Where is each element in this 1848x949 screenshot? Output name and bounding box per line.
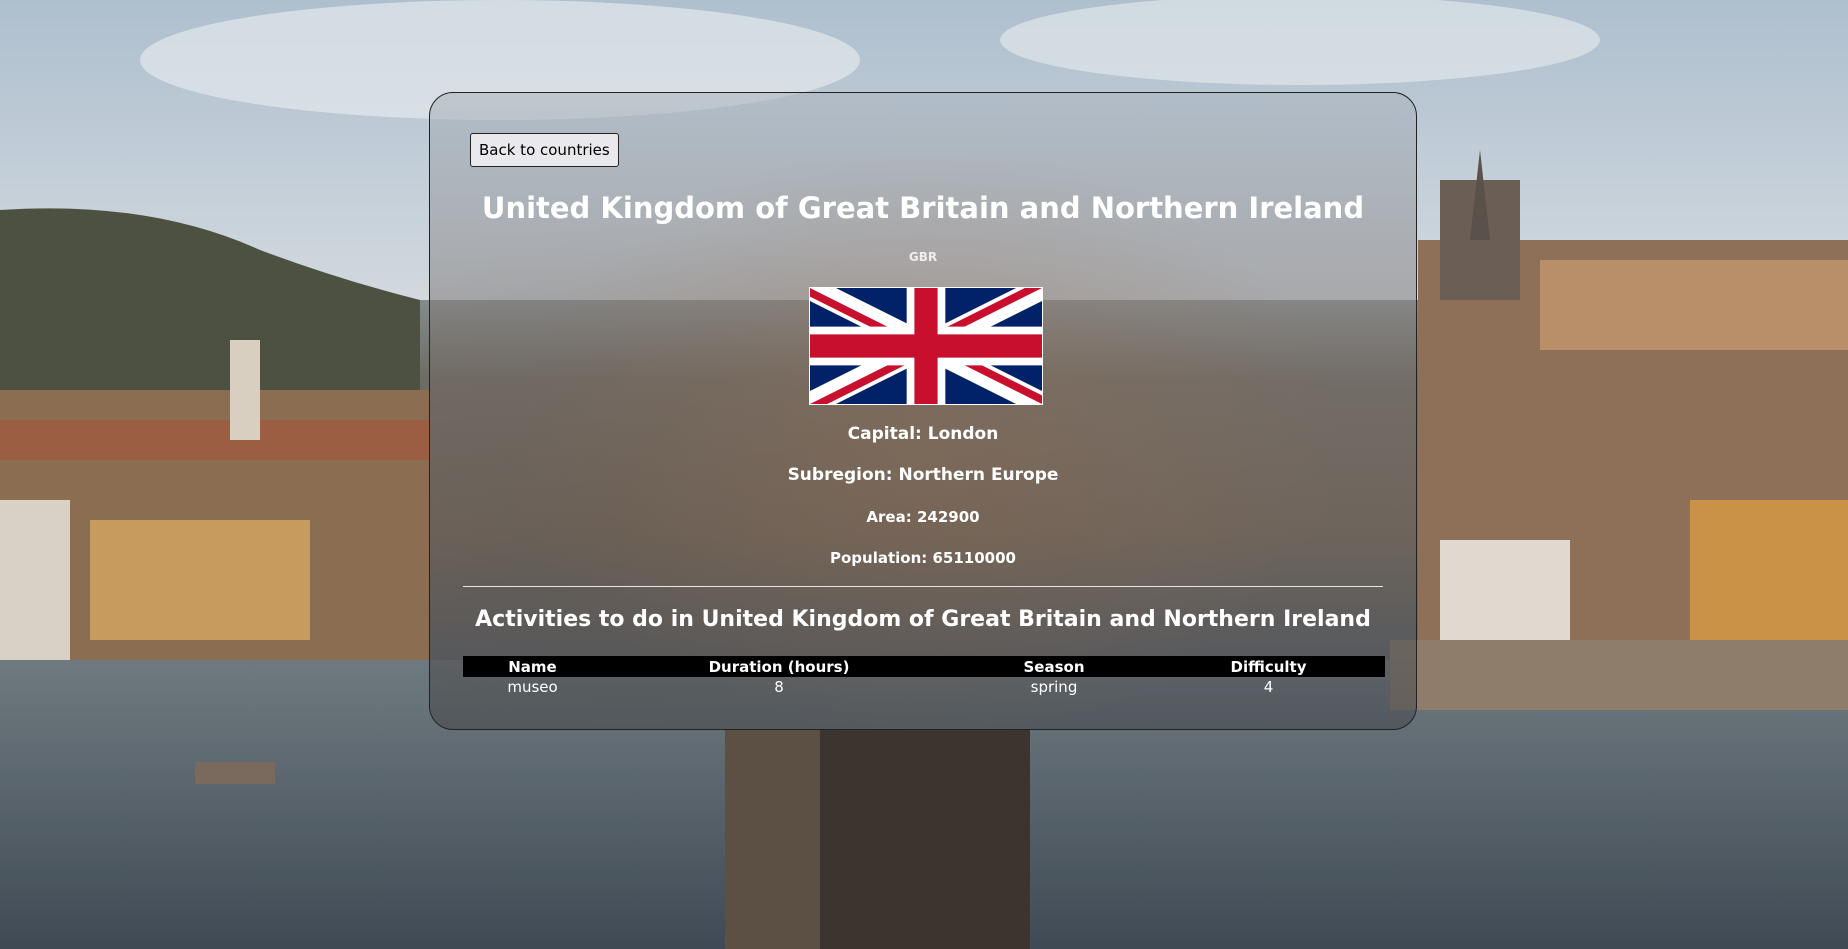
- activity-difficulty-cell: 4: [1263, 678, 1274, 696]
- table-header-row: Name Duration (hours) Season Difficulty: [463, 656, 1385, 677]
- population-text: Population: 65110000: [830, 549, 1016, 567]
- country-title: United Kingdom of Great Britain and Nort…: [481, 191, 1365, 225]
- country-code: GBR: [908, 250, 938, 264]
- table-row: museo 8 spring 4: [463, 677, 1385, 697]
- activity-name-cell: museo: [507, 678, 558, 696]
- card-glass-overlay: [430, 93, 1416, 729]
- activity-season-cell: spring: [1030, 678, 1078, 696]
- activities-table: Name Duration (hours) Season Difficulty …: [463, 656, 1385, 697]
- column-header-name: Name: [463, 656, 602, 677]
- activities-heading: Activities to do in United Kingdom of Gr…: [475, 607, 1371, 632]
- area-text: Area: 242900: [866, 508, 980, 526]
- section-divider: [463, 586, 1383, 587]
- subregion-text: Subregion: Northern Europe: [787, 465, 1059, 485]
- capital-text: Capital: London: [847, 424, 999, 444]
- column-header-season: Season: [956, 656, 1152, 677]
- country-detail-card: Back to countries United Kingdom of Grea…: [429, 92, 1417, 730]
- back-to-countries-button[interactable]: Back to countries: [470, 133, 619, 167]
- column-header-difficulty: Difficulty: [1152, 656, 1385, 677]
- column-header-duration: Duration (hours): [602, 656, 956, 677]
- uk-flag-icon: [809, 287, 1043, 405]
- activity-duration-cell: 8: [774, 678, 784, 696]
